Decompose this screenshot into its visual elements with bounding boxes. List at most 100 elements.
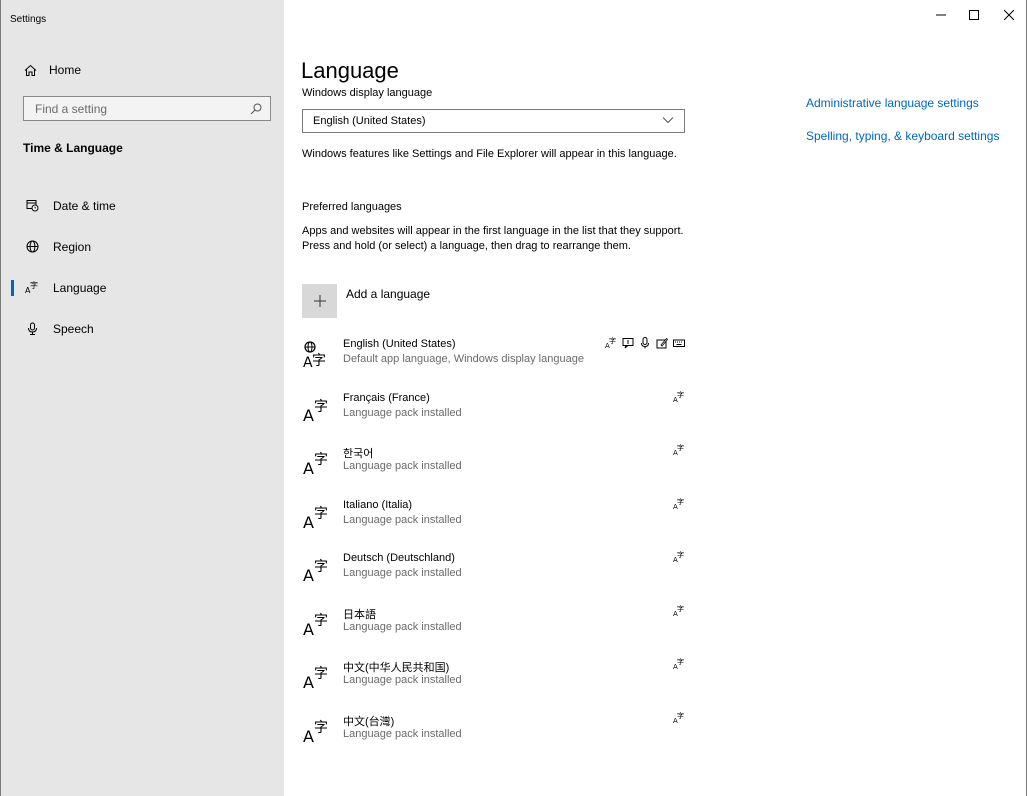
section-title: Time & Language — [23, 141, 123, 155]
maximize-button[interactable] — [956, 0, 992, 30]
active-indicator — [11, 280, 14, 296]
language-pack-icon: A字 — [673, 391, 685, 403]
sidebar-item-date-time[interactable]: Date & time — [1, 185, 284, 226]
search-box[interactable] — [23, 96, 271, 121]
sidebar-item-speech[interactable]: Speech — [1, 308, 284, 349]
language-status: Language pack installed — [343, 620, 462, 633]
language-features: A字 — [673, 712, 685, 724]
language-features: A字 — [673, 498, 685, 510]
preferred-languages-description: Apps and websites will appear in the fir… — [302, 225, 684, 252]
svg-text:字: 字 — [677, 605, 684, 613]
minimize-button[interactable] — [923, 0, 959, 30]
language-pack-large-icon: A字 — [303, 448, 333, 478]
language-item-chinese-simplified[interactable]: A字 中文(中华人民共和国) Language pack installed A… — [301, 652, 693, 706]
svg-text:A: A — [303, 513, 314, 530]
language-name: 中文(台灣) — [343, 715, 395, 728]
svg-text:字: 字 — [30, 281, 38, 290]
language-pack-icon: A字 — [673, 498, 685, 510]
language-pack-large-icon: A字 — [303, 609, 333, 639]
language-status: Language pack installed — [343, 674, 462, 686]
handwriting-icon — [656, 337, 668, 349]
home-link[interactable]: Home — [23, 62, 81, 78]
svg-text:A: A — [303, 673, 314, 690]
language-features: A字 — [673, 658, 685, 670]
spelling-typing-keyboard-link[interactable]: Spelling, typing, & keyboard settings — [806, 129, 999, 143]
svg-text:字: 字 — [314, 666, 328, 682]
plus-icon — [302, 284, 337, 318]
microphone-icon — [25, 322, 39, 336]
language-pack-icon: A字 — [673, 712, 685, 724]
language-item-italian[interactable]: A字 Italiano (Italia) Language pack insta… — [301, 492, 693, 546]
preferred-languages-label: Preferred languages — [302, 201, 402, 213]
language-item-english[interactable]: A字 English (United States) Default app l… — [301, 331, 693, 385]
close-icon — [1004, 10, 1014, 20]
language-name: 한국어 — [343, 448, 374, 460]
language-pack-large-icon: A字 — [303, 555, 333, 585]
language-pack-icon: A字 — [605, 337, 617, 349]
svg-text:字: 字 — [314, 452, 328, 468]
language-features: A字 — [605, 337, 685, 349]
language-icon: A字 — [25, 281, 39, 295]
language-name: 中文(中华人民共和国) — [343, 662, 450, 674]
sidebar: Settings Home Time & Language Date & tim… — [1, 0, 284, 796]
close-button[interactable] — [991, 0, 1027, 30]
calendar-clock-icon — [25, 199, 39, 213]
text-to-speech-icon — [622, 337, 634, 349]
svg-text:字: 字 — [314, 613, 328, 629]
display-language-dropdown[interactable]: English (United States) — [302, 109, 685, 133]
language-status: Default app language, Windows display la… — [343, 353, 584, 365]
add-language-button[interactable]: Add a language — [302, 284, 430, 318]
svg-text:字: 字 — [314, 720, 328, 736]
language-name: 日本語 — [343, 608, 376, 621]
svg-text:字: 字 — [314, 399, 328, 415]
svg-text:字: 字 — [677, 498, 684, 506]
svg-text:字: 字 — [677, 391, 684, 399]
language-pack-icon: A字 — [673, 551, 685, 563]
sidebar-item-language[interactable]: A字 Language — [1, 267, 284, 308]
language-item-korean[interactable]: A字 한국어 Language pack installed A字 — [301, 438, 693, 492]
language-status: Language pack installed — [343, 727, 462, 740]
svg-text:A: A — [303, 566, 314, 583]
language-item-chinese-traditional[interactable]: A字 中文(台灣) Language pack installed A字 — [301, 706, 693, 760]
language-pack-icon: A字 — [673, 658, 685, 670]
display-language-description: Windows features like Settings and File … — [302, 148, 677, 160]
globe-icon — [25, 240, 39, 254]
svg-text:字: 字 — [677, 551, 684, 559]
language-list: A字 English (United States) Default app l… — [301, 331, 693, 759]
admin-language-settings-link[interactable]: Administrative language settings — [806, 96, 999, 110]
sidebar-item-label: Language — [53, 280, 107, 295]
language-status: Language pack installed — [343, 460, 462, 472]
maximize-icon — [969, 10, 979, 20]
svg-text:A: A — [303, 620, 314, 637]
minimize-icon — [936, 14, 946, 16]
add-language-label: Add a language — [346, 287, 431, 301]
svg-text:字: 字 — [677, 658, 684, 666]
search-icon[interactable] — [250, 103, 262, 115]
search-input[interactable] — [35, 101, 235, 116]
svg-text:字: 字 — [609, 337, 616, 345]
language-pack-icon: A字 — [673, 605, 685, 617]
language-status: Language pack installed — [343, 567, 462, 579]
app-title: Settings — [10, 14, 47, 25]
language-name: Deutsch (Deutschland) — [343, 552, 455, 564]
sidebar-nav: Date & time Region A字 Language Speech — [1, 185, 284, 349]
language-features: A字 — [673, 605, 685, 617]
language-item-german[interactable]: A字 Deutsch (Deutschland) Language pack i… — [301, 545, 693, 599]
language-pack-large-icon: A字 — [303, 502, 333, 532]
language-item-japanese[interactable]: A字 日本語 Language pack installed A字 — [301, 599, 693, 653]
sidebar-item-region[interactable]: Region — [1, 226, 284, 267]
svg-text:A: A — [303, 727, 314, 744]
sidebar-item-label: Date & time — [53, 198, 116, 213]
language-item-french[interactable]: A字 Français (France) Language pack insta… — [301, 385, 693, 439]
svg-text:A: A — [303, 459, 314, 476]
sidebar-item-label: Region — [53, 239, 92, 254]
chevron-down-icon — [662, 115, 674, 127]
speech-recognition-icon — [639, 337, 651, 349]
svg-text:字: 字 — [677, 444, 684, 452]
language-name: English (United States) — [343, 338, 456, 350]
language-name: Français (France) — [343, 391, 430, 404]
language-features: A字 — [673, 444, 685, 456]
svg-text:字: 字 — [314, 559, 328, 575]
language-status: Language pack installed — [343, 513, 462, 526]
svg-text:字: 字 — [677, 712, 684, 720]
